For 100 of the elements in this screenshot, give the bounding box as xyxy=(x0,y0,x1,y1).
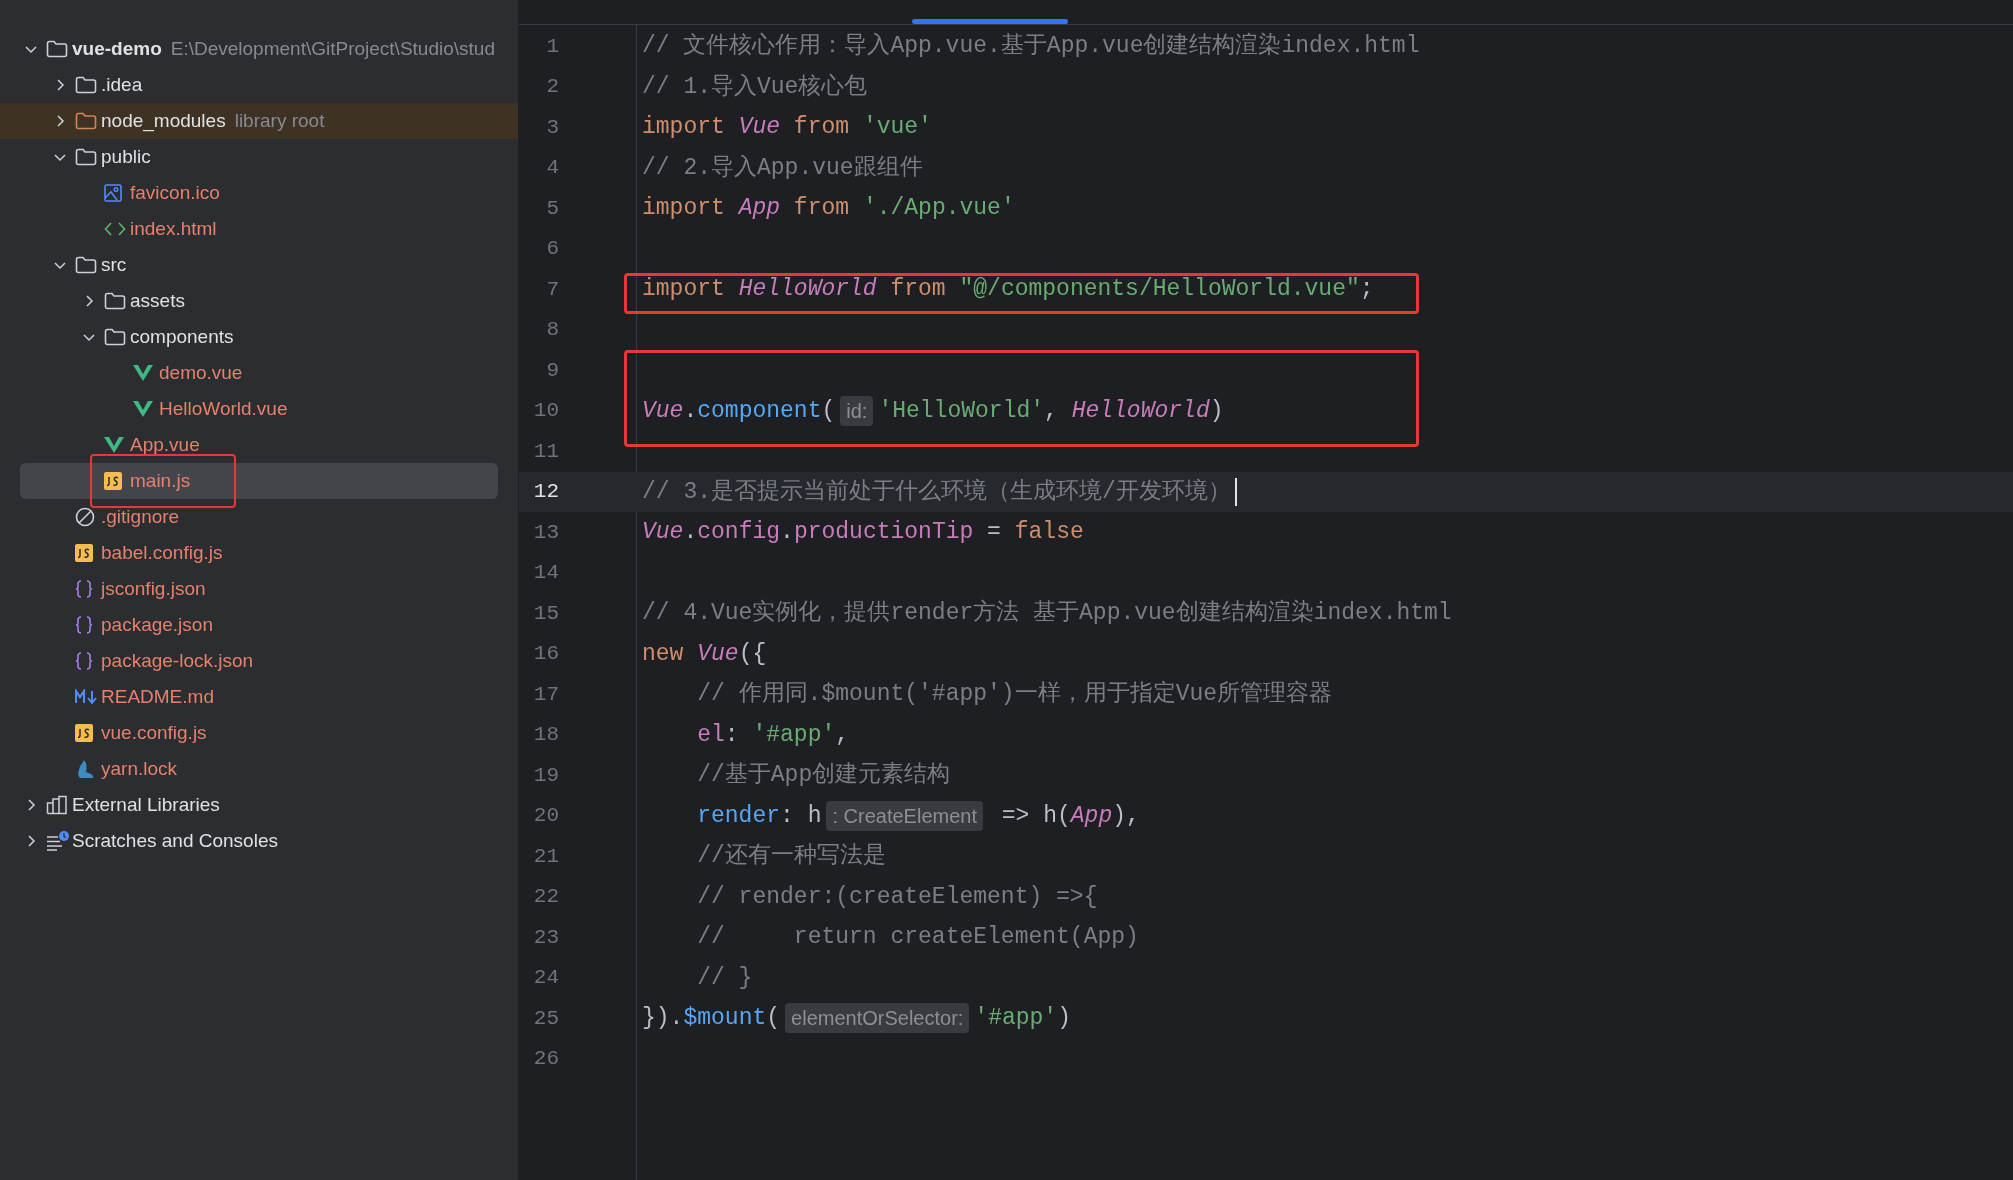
code-token: Vue xyxy=(697,639,739,669)
file-name: src xyxy=(101,252,127,277)
v-icon xyxy=(133,364,153,382)
file-name: assets xyxy=(130,288,185,313)
tree-item[interactable]: public xyxy=(0,139,518,175)
line-number: 16 xyxy=(532,641,559,667)
code-token: // 3.是否提示当前处于什么环境（生成环境/开发环境） xyxy=(642,477,1231,507)
code-token: // return createElement(App) xyxy=(696,923,1139,952)
code-token: = xyxy=(986,518,1002,547)
folder-icon xyxy=(75,256,97,274)
tree-item[interactable]: External Libraries xyxy=(0,787,518,823)
line-number: 19 xyxy=(532,762,559,789)
tree-item[interactable]: demo.vue xyxy=(0,355,518,391)
file-name: package-lock.json xyxy=(101,648,254,673)
path-hint: E:\Development\GitProject\Studio\stud xyxy=(170,36,495,61)
code-token: , xyxy=(1044,396,1059,426)
line-number: 20 xyxy=(532,803,559,829)
code-token: $mount xyxy=(683,1004,767,1033)
line-number: 4 xyxy=(545,155,559,181)
folder-icon xyxy=(104,292,126,310)
code-token: Vue xyxy=(738,113,781,142)
tree-item[interactable]: babel.config.js xyxy=(0,535,518,571)
code-token: import xyxy=(642,113,726,142)
code-token: : h xyxy=(780,801,822,831)
line-number: 11 xyxy=(532,438,559,465)
line-number: 12 xyxy=(532,479,559,505)
code-token: false xyxy=(1014,518,1084,547)
tree-item[interactable]: yarn.lock xyxy=(0,751,518,787)
tree-item[interactable]: node_modules library root xyxy=(0,103,518,139)
tree-item[interactable]: jsconfig.json xyxy=(0,571,518,607)
code-token: ( xyxy=(821,396,836,426)
code-token: '#app' xyxy=(974,1004,1058,1033)
code-token: './App.vue' xyxy=(862,194,1015,223)
tree-item[interactable]: .gitignore xyxy=(0,499,518,535)
file-name: .gitignore xyxy=(101,504,180,529)
tree-item[interactable]: favicon.ico xyxy=(0,175,518,211)
line-number: 15 xyxy=(532,600,559,627)
line-number: 22 xyxy=(532,884,559,910)
line-number: 25 xyxy=(532,1005,559,1032)
scratches-icon xyxy=(46,831,70,851)
line-number: 5 xyxy=(545,195,559,222)
tree-item[interactable]: HelloWorld.vue xyxy=(0,391,518,427)
code-token: . xyxy=(683,518,698,547)
tree-item[interactable]: index.html xyxy=(0,211,518,247)
code-token: }). xyxy=(642,1004,684,1033)
js-icon xyxy=(75,544,93,562)
file-name: Scratches and Consoles xyxy=(72,828,278,853)
code-token: ), xyxy=(1112,801,1140,831)
tree-item[interactable]: .idea xyxy=(0,67,518,103)
file-name: public xyxy=(101,144,151,169)
library-icon xyxy=(46,795,68,815)
code-token: "@/components/HelloWorld.vue" xyxy=(959,275,1360,304)
code-token: ) xyxy=(1209,396,1224,426)
inlay-hint: id: xyxy=(840,395,874,426)
code-token: 'vue' xyxy=(862,113,932,142)
line-number: 7 xyxy=(545,276,559,303)
tree-item[interactable]: assets xyxy=(0,283,518,319)
file-name: External Libraries xyxy=(72,792,220,817)
folder-icon xyxy=(104,328,126,346)
code-token: from xyxy=(792,113,851,142)
tree-item[interactable]: package-lock.json xyxy=(0,643,518,679)
code-token: import xyxy=(642,194,726,223)
code-token: // 4.Vue实例化，提供render方法 基于App.vue创建结构渲染index.html xyxy=(642,598,1452,628)
code-token: //基于App创建元素结构 xyxy=(696,761,951,790)
line-number: 9 xyxy=(545,357,559,384)
tree-item[interactable]: README.md xyxy=(0,679,518,715)
line-number: 26 xyxy=(532,1046,559,1072)
code-token: // render:(createElement) =>{ xyxy=(696,882,1098,912)
tree-item[interactable]: package.json xyxy=(0,607,518,643)
file-name: vue.config.js xyxy=(101,720,207,745)
line-number: 6 xyxy=(545,236,559,262)
code-token: // 文件核心作用：导入App.vue.基于App.vue创建结构渲染index.html xyxy=(642,31,1420,61)
folder-icon xyxy=(46,40,68,58)
tree-item[interactable]: vue.config.js xyxy=(0,715,518,751)
code-token: el xyxy=(696,720,725,750)
file-name: HelloWorld.vue xyxy=(159,396,288,421)
code-token: '#app' xyxy=(752,720,836,750)
code-token: productionTip xyxy=(793,518,974,547)
folder-icon xyxy=(75,112,97,130)
tree-item[interactable]: main.js xyxy=(20,463,498,499)
v-icon xyxy=(104,436,124,454)
tree-item[interactable]: App.vue xyxy=(0,427,518,463)
code-token: Vue xyxy=(642,518,684,547)
line-number: 3 xyxy=(545,114,559,141)
code-token: HelloWorld xyxy=(1071,396,1210,426)
code-token: : xyxy=(724,720,740,750)
code-token: 'HelloWorld' xyxy=(878,396,1045,426)
code-token: => h( xyxy=(1000,801,1071,831)
code-token: ; xyxy=(1359,275,1374,304)
tree-item[interactable]: vue-demo E:\Development\GitProject\Studio\stud xyxy=(0,31,518,67)
tree-item[interactable]: components xyxy=(0,319,518,355)
file-name: App.vue xyxy=(130,432,200,457)
code-token: // 2.导入App.vue跟组件 xyxy=(642,153,923,183)
code-token: ({ xyxy=(738,639,767,669)
code-token: . xyxy=(683,396,698,426)
tree-item[interactable]: Scratches and Consoles xyxy=(0,823,518,859)
tree-item[interactable]: src xyxy=(0,247,518,283)
code-token: render xyxy=(696,801,781,831)
line-number: 14 xyxy=(532,560,559,586)
line-number: 1 xyxy=(545,33,559,60)
